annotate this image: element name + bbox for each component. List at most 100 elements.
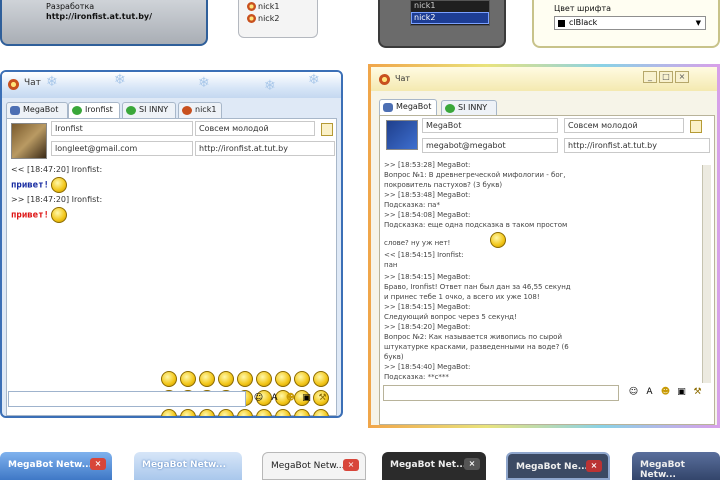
emoticon-icon[interactable] [313,371,329,387]
emoticon-menu-icon[interactable]: ☻ [659,386,672,399]
emoticon-icon[interactable] [218,409,234,416]
thumbnail-window-3[interactable]: nick1 nick2 [378,0,506,48]
close-icon[interactable]: × [586,460,602,472]
close-icon[interactable]: × [464,458,480,470]
close-icon[interactable]: × [343,459,359,471]
snowflake-icon: ❄ [114,72,126,88]
emoticon-icon[interactable] [180,409,196,416]
message-meta: << [18:54:15] Ironfist: [384,251,464,259]
tab-nick1[interactable]: nick1 [178,102,222,118]
nick-field[interactable]: MegaBot [422,118,558,133]
emoticon-icon[interactable] [294,371,310,387]
thumb2-row-2: nick2 [247,14,279,23]
emoticon-icon[interactable] [237,371,253,387]
status-field[interactable]: Совсем молодой [195,121,315,136]
email-field[interactable]: longleet@gmail.com [51,141,193,156]
bot-message: букв) [384,353,404,361]
title-bar[interactable]: Чат _ □ × [371,67,717,91]
status-online-icon [126,106,136,115]
emoticon-icon[interactable] [275,409,291,416]
save-icon[interactable]: ▣ [675,386,688,399]
bot-message: и принес тебе 1 очко, а всего их уже 108… [384,293,540,301]
site-field[interactable]: http://ironfist.at.tut.by [195,141,335,156]
title-bar[interactable]: Чат ❄ ❄ ❄ ❄ ❄ [2,72,341,98]
maximize-button[interactable]: □ [659,71,673,83]
tools-icon[interactable]: ⚒ [316,392,329,405]
emoticon-icon[interactable] [161,371,177,387]
close-button[interactable]: × [675,71,689,83]
message-input[interactable] [8,391,246,407]
message-meta: >> [18:54:08] MegaBot: [384,211,471,219]
contact-icon[interactable]: ☺ [627,386,640,399]
message-input[interactable] [383,385,619,401]
bottom-thumbnail-4[interactable]: MegaBot Net... × [382,452,486,480]
nick-field[interactable]: Ironfist [51,121,193,136]
snowflake-icon: ❄ [308,72,320,88]
scrollbar[interactable] [702,165,711,383]
thumbnail-window-4[interactable]: Цвет шрифта clBlack ▼ [532,0,720,48]
tab-megabot[interactable]: MegaBot [6,102,68,118]
window-title: Чат [395,74,411,83]
emoticon-icon[interactable] [161,409,177,416]
flower-icon [247,2,256,11]
bot-message: Следующий вопрос через 5 секунд! [384,313,517,321]
tab-ironfist[interactable]: Ironfist [68,102,120,119]
email-field[interactable]: megabot@megabot [422,138,558,153]
bottom-thumbnail-3[interactable]: MegaBot Netw... × [262,452,366,480]
emoticon-icon[interactable] [199,409,215,416]
smile-icon [51,207,68,223]
bot-message: слове? ну уж нет! [384,239,451,247]
bottom-thumbnail-2[interactable]: MegaBot Netw... [134,452,242,480]
emoticon-icon[interactable] [199,371,215,387]
bot-message: Браво, Ironfist! Ответ пан был дан за 46… [384,283,571,291]
emoticon-icon[interactable] [180,371,196,387]
bot-message: Подсказка: па* [384,201,440,209]
bot-icon [383,103,393,112]
contact-icon[interactable]: ☺ [252,392,265,405]
bottom-thumbnail-6[interactable]: MegaBot Netw... [632,452,720,480]
minimize-button[interactable]: _ [643,71,657,83]
thumbnail-window-1[interactable]: Разработка http://ironfist.at.tut.by/ [0,0,208,46]
emoticon-menu-icon[interactable]: ☻ [284,392,297,405]
emoticon-icon[interactable] [294,409,310,416]
emoticon-icon[interactable] [256,409,272,416]
emoticon-icon[interactable] [256,371,272,387]
chat-panel: MegaBot Совсем молодой megabot@megabot h… [379,115,715,425]
thumbnail-window-2[interactable]: nick1 nick2 [238,0,318,38]
emoticon-icon[interactable] [237,409,253,416]
message-meta: >> [18:54:15] MegaBot: [384,303,471,311]
font-color-value: clBlack [569,18,598,27]
thumb1-link[interactable]: http://ironfist.at.tut.by/ [46,12,152,21]
bottom-thumbnail-1[interactable]: MegaBot Netw... × [0,452,112,480]
font-color-select[interactable]: clBlack ▼ [554,16,706,30]
info-card-icon[interactable] [690,120,702,133]
info-card-icon[interactable] [321,123,333,136]
user-message: пан [384,261,398,269]
emoticon-icon[interactable] [313,409,329,416]
font-icon[interactable]: A [643,386,656,399]
emoticon-icon[interactable] [218,371,234,387]
site-field[interactable]: http://ironfist.at.tut.by [564,138,710,153]
font-icon[interactable]: A [268,392,281,405]
message-meta: >> [18:54:40] MegaBot: [384,363,471,371]
snowflake-icon: ❄ [46,74,58,90]
tab-si-inny[interactable]: SI INNY [441,100,497,116]
save-icon[interactable]: ▣ [300,392,313,405]
thumb3-row-1: nick1 [414,1,436,10]
tab-megabot[interactable]: MegaBot [379,99,437,116]
bot-message: Вопрос №1: В древнегреческой мифологии -… [384,171,566,179]
tools-icon[interactable]: ⚒ [691,386,704,399]
bot-message: Подсказка: еще одна подсказка в таком пр… [384,221,568,229]
tab-si-inny[interactable]: SI INNY [122,102,176,118]
close-icon[interactable]: × [90,458,106,470]
color-swatch [558,20,565,27]
bottom-thumbnail-5[interactable]: MegaBot Ne... × [506,452,610,480]
thumb2-row-1: nick1 [247,2,279,11]
bot-message: Подсказка: **с*** [384,373,449,381]
message-meta: >> [18:47:20] Ironfist: [11,195,103,204]
emoticon-icon[interactable] [275,371,291,387]
status-online-icon [445,104,455,113]
app-icon [8,79,19,90]
app-icon [379,74,390,85]
status-field[interactable]: Совсем молодой [564,118,684,133]
